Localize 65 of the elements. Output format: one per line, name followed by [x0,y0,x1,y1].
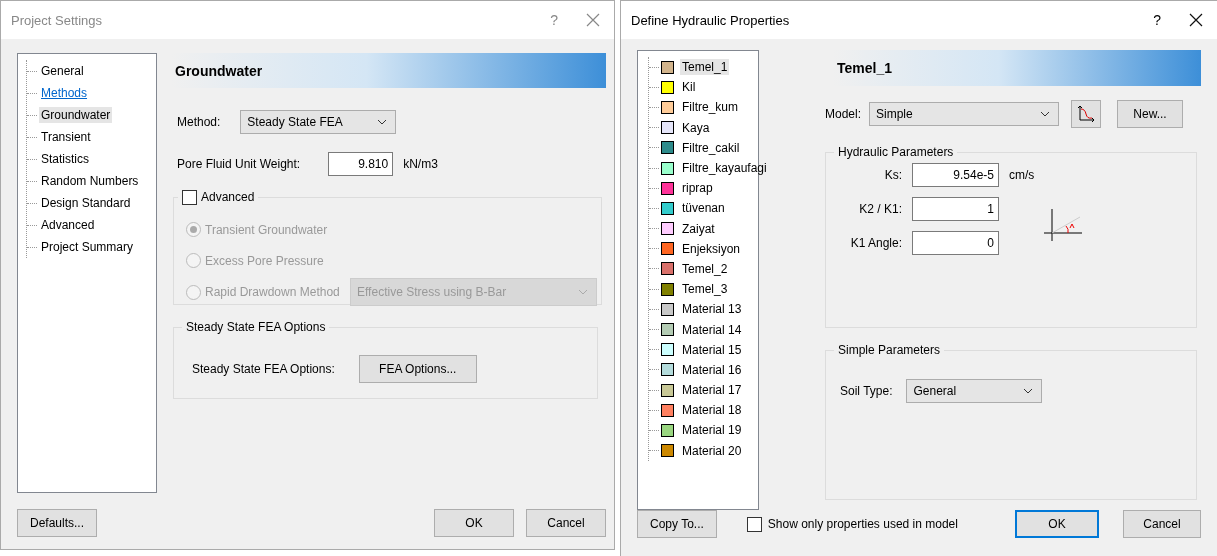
material-item[interactable]: Material 19 [680,422,744,439]
material-item[interactable]: Enjeksiyon [680,240,743,257]
tree-item[interactable]: General [39,63,86,79]
radio-label: Rapid Drawdown Method [205,285,340,299]
tree-item[interactable]: Groundwater [39,107,113,123]
material-item[interactable]: Kaya [680,119,712,136]
material-item[interactable]: Temel_1 [680,59,730,76]
checkbox-label: Show only properties used in model [767,517,958,531]
copy-to-button[interactable]: Copy To... [637,510,717,538]
method-label: Method: [177,115,221,129]
help-button[interactable]: ? [1153,12,1161,28]
parameter-label: K2 / K1: [858,202,902,216]
defaults-button[interactable]: Defaults... [17,509,98,537]
unit-label: kN/m3 [403,157,438,171]
unit-label: cm/s [1009,168,1035,182]
material-item[interactable]: Material 14 [680,321,744,338]
material-item[interactable]: Material 18 [680,402,744,419]
tree-item[interactable]: Statistics [39,151,91,167]
checkbox-label: Advanced [201,189,255,205]
soil-type-label: Soil Type: [840,384,893,398]
material-item[interactable]: Zaiyat [680,220,717,237]
material-item[interactable]: Filtre_kum [680,99,740,116]
ok-button[interactable]: OK [434,509,514,537]
tree-item[interactable]: Random Numbers [39,173,141,189]
radio-label: Excess Pore Pressure [205,253,324,268]
unit-weight-label: Pore Fluid Unit Weight: [177,157,301,171]
parameter-field[interactable]: 1 [912,197,999,221]
tree-item[interactable]: Project Summary [39,239,136,255]
soil-type-dropdown[interactable]: General [906,379,1043,403]
tree-item[interactable]: Transient [39,129,93,145]
group-title: Steady State FEA Options [182,319,330,335]
material-item[interactable]: Material 13 [680,301,744,318]
ok-button[interactable]: OK [1015,510,1099,538]
material-item[interactable]: Material 15 [680,341,744,358]
parameter-field[interactable]: 9.54e-5 [912,163,999,187]
window-title: Define Hydraulic Properties [631,12,791,28]
window-title: Project Settings [11,12,104,28]
parameter-label: Ks: [883,168,902,182]
material-item[interactable]: Filtre_cakil [680,139,742,156]
parameter-field[interactable]: 0 [912,231,999,255]
cancel-button[interactable]: Cancel [526,509,606,537]
material-item[interactable]: Material 20 [680,442,744,459]
fea-options-label: Steady State FEA Options: [192,362,335,376]
material-item[interactable]: Temel_3 [680,281,730,298]
material-item[interactable]: Material 16 [680,361,744,378]
parameter-label: K1 Angle: [849,236,902,250]
group-title: Hydraulic Parameters [834,144,958,160]
model-label: Model: [825,107,862,121]
method-dropdown[interactable]: Steady State FEA [240,110,397,134]
material-item[interactable]: Filtre_kayaufagi [680,160,769,177]
fea-options-button[interactable]: FEA Options... [358,355,477,383]
tree-item[interactable]: Methods [39,85,90,101]
cancel-button[interactable]: Cancel [1123,510,1201,538]
material-item[interactable]: tüvenan [680,200,727,217]
group-title: Simple Parameters [834,342,945,358]
unit-weight-field[interactable]: 9.810 [328,152,394,176]
material-item[interactable]: Material 17 [680,382,744,399]
model-dropdown[interactable]: Simple [869,102,1060,126]
material-item[interactable]: Temel_2 [680,260,730,277]
radio-label: Transient Groundwater [205,222,328,237]
new-button[interactable]: New... [1117,100,1184,128]
tree-item[interactable]: Advanced [39,217,97,233]
material-item[interactable]: Kil [680,79,698,96]
tree-item[interactable]: Design Standard [39,195,133,211]
material-item[interactable]: riprap [680,180,715,197]
